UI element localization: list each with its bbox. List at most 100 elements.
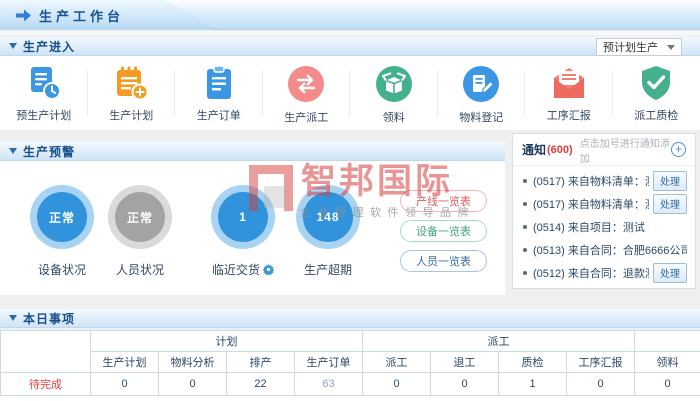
column-header: 工序汇报 <box>567 352 635 373</box>
column-header: 生产计划 <box>91 352 159 373</box>
gauge-equipment-status: 正常 设备状况 <box>22 185 102 278</box>
table-value[interactable]: 0 <box>363 373 431 396</box>
section-title: 生产进入 <box>23 38 75 55</box>
section-header-production-entry: 生产进入 预计划生产 <box>0 36 700 56</box>
notice-item[interactable]: (0517) 来自物料清单：测试审批 处理 <box>521 192 687 215</box>
notice-header: 通知 (600) 点击加号进行通知添加 + <box>513 134 695 166</box>
production-line-list-button[interactable]: 产线一览表 <box>400 190 487 212</box>
column-header: 物料分析 <box>159 352 227 373</box>
calendar-plus-icon <box>113 65 149 101</box>
gauge-near-delivery: 1 临近交货 <box>203 185 283 278</box>
table-value[interactable]: 0 <box>159 373 227 396</box>
handle-button[interactable]: 处理 <box>653 171 687 191</box>
table-value[interactable]: 0 <box>431 373 499 396</box>
gauge-circle[interactable]: 正常 <box>108 185 172 249</box>
notice-item[interactable]: (0514) 来自项目：测试 <box>521 215 687 238</box>
table-value[interactable]: 22 <box>227 373 295 396</box>
corner-cell <box>1 331 91 373</box>
table-value[interactable]: 0 <box>91 373 159 396</box>
entry-item-label: 物料登记 <box>459 109 503 125</box>
handle-button[interactable]: 处理 <box>653 263 687 283</box>
column-header: 排产 <box>227 352 295 373</box>
gauge-circle[interactable]: 正常 <box>30 185 94 249</box>
tab-production-workbench[interactable]: 生产工作台 <box>0 0 218 30</box>
gauge-value: 正常 <box>115 192 165 242</box>
notice-panel: 通知 (600) 点击加号进行通知添加 + (0517) 来自物料清单：测试审批… <box>512 133 696 289</box>
table-value[interactable]: 0 <box>635 373 700 396</box>
bullet-icon <box>523 271 527 275</box>
gauge-label: 生产超期 <box>288 261 368 278</box>
arrow-right-icon <box>16 9 31 22</box>
equipment-list-button[interactable]: 设备一览表 <box>400 220 487 242</box>
notice-item[interactable]: (0517) 来自物料清单：测试审批 处理 <box>521 169 687 192</box>
notice-item[interactable]: (0513) 来自合同：合肥6666公司 <box>521 238 687 261</box>
document-pen-icon <box>462 65 500 103</box>
gear-icon[interactable] <box>263 264 274 275</box>
add-notice-button[interactable]: + <box>671 142 686 157</box>
entry-item-label: 派工质检 <box>634 107 678 123</box>
gauge-label: 临近交货 <box>203 261 283 278</box>
column-header: 退工 <box>431 352 499 373</box>
collapse-triangle-icon[interactable] <box>9 148 17 154</box>
gauge-value: 正常 <box>37 192 87 242</box>
gauge-label: 人员状况 <box>100 261 180 278</box>
production-workbench-page: 生产工作台 生产进入 预计划生产 预生产计划 <box>0 0 700 401</box>
column-header: 生产订单 <box>295 352 363 373</box>
entry-item-material-request[interactable]: 领料 <box>350 56 438 130</box>
gauge-label: 设备状况 <box>22 261 102 278</box>
group-header-empty <box>635 331 700 352</box>
notice-text: (0514) 来自项目：测试 <box>533 219 687 235</box>
table-value[interactable]: 63 <box>295 373 363 396</box>
bullet-icon <box>523 248 527 252</box>
entry-item-dispatch-quality-check[interactable]: 派工质检 <box>613 56 700 130</box>
notice-count-badge: (600) <box>547 144 573 156</box>
gauge-circle[interactable]: 1 <box>211 185 275 249</box>
collapse-triangle-icon[interactable] <box>9 315 17 321</box>
bullet-icon <box>523 202 527 206</box>
gauge-circle[interactable]: 148 <box>296 185 360 249</box>
entry-item-material-register[interactable]: 物料登记 <box>438 56 526 130</box>
row-label-pending: 待完成 <box>1 373 91 396</box>
envelope-report-icon <box>550 65 588 101</box>
notice-text: (0517) 来自物料清单：测试审批 <box>533 196 649 212</box>
notice-text: (0513) 来自合同：合肥6666公司 <box>533 242 687 258</box>
entry-item-label: 工序汇报 <box>547 107 591 123</box>
section-header-today-items: 本日事项 <box>0 308 700 328</box>
entry-item-production-dispatch[interactable]: 生产派工 <box>263 56 351 130</box>
clipboard-icon <box>201 65 237 101</box>
open-box-icon <box>375 65 413 103</box>
table-value[interactable]: 0 <box>567 373 635 396</box>
today-table: 计划 派工 生产计划 物料分析 排产 生产订单 派工 退工 质检 工序汇报 领料… <box>0 330 700 396</box>
column-header: 领料 <box>635 352 700 373</box>
notice-title: 通知 <box>522 141 546 158</box>
entry-item-production-plan[interactable]: 生产计划 <box>88 56 176 130</box>
bullet-icon <box>523 179 527 183</box>
notice-item[interactable]: (0512) 来自合同：退款测试合同 处理 <box>521 261 687 284</box>
entry-item-process-report[interactable]: 工序汇报 <box>525 56 613 130</box>
entry-item-production-order[interactable]: 生产订单 <box>175 56 263 130</box>
group-header-plan: 计划 <box>91 331 363 352</box>
handle-button[interactable]: 处理 <box>653 194 687 214</box>
notice-hint: 点击加号进行通知添加 <box>580 135 671 165</box>
dropdown-value: 预计划生产 <box>603 39 658 55</box>
entry-item-label: 预生产计划 <box>16 107 71 123</box>
notice-text: (0512) 来自合同：退款测试合同 <box>533 265 649 281</box>
preplan-production-dropdown[interactable]: 预计划生产 <box>596 38 682 56</box>
notice-text: (0517) 来自物料清单：测试审批 <box>533 173 649 189</box>
table-value[interactable]: 1 <box>499 373 567 396</box>
column-header: 质检 <box>499 352 567 373</box>
chevron-down-icon <box>667 45 675 50</box>
gauge-production-overdue: 148 生产超期 <box>288 185 368 278</box>
notice-list: (0517) 来自物料清单：测试审批 处理 (0517) 来自物料清单：测试审批… <box>513 166 695 284</box>
section-title: 本日事项 <box>23 310 75 327</box>
personnel-list-button[interactable]: 人员一览表 <box>400 250 487 272</box>
shield-check-icon <box>638 65 674 101</box>
entry-item-pre-production-plan[interactable]: 预生产计划 <box>0 56 88 130</box>
gauge-personnel-status: 正常 人员状况 <box>100 185 180 278</box>
collapse-triangle-icon[interactable] <box>9 43 17 49</box>
today-table-wrapper: 计划 派工 生产计划 物料分析 排产 生产订单 派工 退工 质检 工序汇报 领料… <box>0 330 700 401</box>
entry-item-label: 生产派工 <box>284 109 328 125</box>
entry-item-label: 生产订单 <box>197 107 241 123</box>
section-title: 生产预警 <box>23 143 75 160</box>
entry-item-label: 领料 <box>383 109 405 125</box>
